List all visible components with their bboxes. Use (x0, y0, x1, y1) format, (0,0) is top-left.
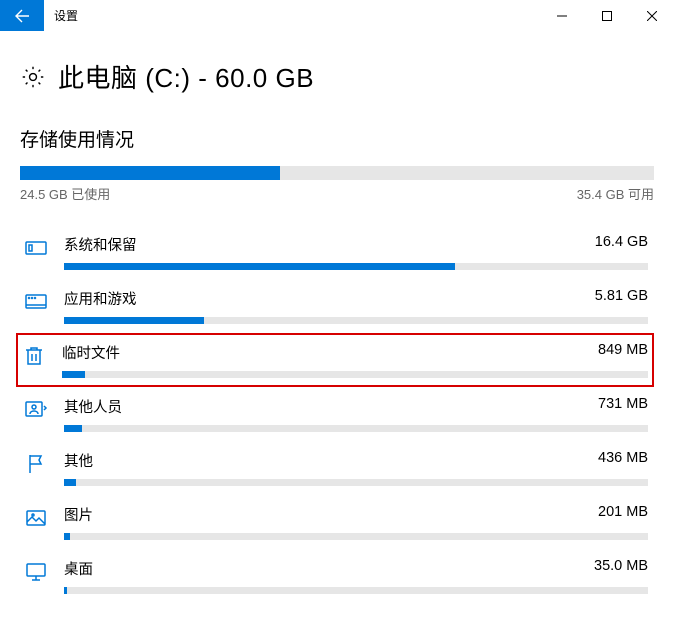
category-head: 应用和游戏 5.81 GB (64, 288, 648, 309)
category-size: 849 MB (598, 342, 648, 363)
category-body: 系统和保留 16.4 GB (64, 234, 648, 270)
window-controls (539, 0, 674, 31)
window-title: 设置 (44, 0, 539, 31)
category-head: 图片 201 MB (64, 504, 648, 525)
category-bar (64, 587, 648, 594)
page-title: 此电脑 (C:) - 60.0 GB (58, 58, 314, 95)
category-label: 系统和保留 (64, 234, 137, 255)
arrow-left-icon (14, 8, 30, 24)
category-bar (64, 479, 648, 486)
category-fill (64, 479, 76, 486)
free-label: 35.4 GB 可用 (577, 184, 654, 203)
category-label: 桌面 (64, 558, 93, 579)
category-body: 临时文件 849 MB (62, 342, 648, 378)
category-bar (64, 263, 648, 270)
page-header: 此电脑 (C:) - 60.0 GB (20, 58, 654, 95)
category-body: 其他人员 731 MB (64, 396, 648, 432)
category-other[interactable]: 其他 436 MB (20, 441, 654, 495)
category-fill (64, 425, 82, 432)
category-size: 201 MB (598, 504, 648, 525)
category-size: 436 MB (598, 450, 648, 471)
total-storage-labels: 24.5 GB 已使用 35.4 GB 可用 (20, 184, 654, 203)
category-label: 临时文件 (62, 342, 120, 363)
used-label: 24.5 GB 已使用 (20, 184, 110, 203)
category-label: 应用和游戏 (64, 288, 137, 309)
category-head: 其他人员 731 MB (64, 396, 648, 417)
category-bar (62, 371, 648, 378)
category-body: 桌面 35.0 MB (64, 558, 648, 594)
maximize-button[interactable] (584, 0, 629, 31)
gear-icon (20, 64, 46, 90)
category-fill (64, 317, 204, 324)
apps-icon (22, 290, 50, 314)
category-apps[interactable]: 应用和游戏 5.81 GB (20, 279, 654, 333)
category-pictures[interactable]: 图片 201 MB (20, 495, 654, 549)
category-head: 其他 436 MB (64, 450, 648, 471)
content-area: 此电脑 (C:) - 60.0 GB 存储使用情况 24.5 GB 已使用 35… (0, 58, 674, 603)
back-button[interactable] (0, 0, 44, 31)
minimize-icon (557, 11, 567, 21)
trash-icon (20, 344, 48, 368)
system-icon (22, 236, 50, 260)
category-size: 5.81 GB (595, 288, 648, 309)
picture-icon (22, 506, 50, 530)
category-fill (62, 371, 85, 378)
close-button[interactable] (629, 0, 674, 31)
category-others-p[interactable]: 其他人员 731 MB (20, 387, 654, 441)
category-fill (64, 587, 67, 594)
category-fill (64, 533, 70, 540)
desktop-icon (22, 560, 50, 584)
category-label: 其他 (64, 450, 93, 471)
flag-icon (22, 452, 50, 476)
category-body: 应用和游戏 5.81 GB (64, 288, 648, 324)
category-size: 731 MB (598, 396, 648, 417)
total-storage-bar (20, 166, 654, 180)
category-bar (64, 425, 648, 432)
category-desktop[interactable]: 桌面 35.0 MB (20, 549, 654, 603)
titlebar: 设置 (0, 0, 674, 32)
category-temp[interactable]: 临时文件 849 MB (16, 333, 654, 387)
category-size: 16.4 GB (595, 234, 648, 255)
minimize-button[interactable] (539, 0, 584, 31)
category-bar (64, 317, 648, 324)
category-size: 35.0 MB (594, 558, 648, 579)
section-title: 存储使用情况 (20, 125, 654, 152)
category-body: 其他 436 MB (64, 450, 648, 486)
categories-list: 系统和保留 16.4 GB 应用和游戏 5.81 GB 临时文件 849 MB (20, 225, 654, 603)
people-icon (22, 398, 50, 422)
maximize-icon (602, 11, 612, 21)
category-fill (64, 263, 455, 270)
category-head: 临时文件 849 MB (62, 342, 648, 363)
total-storage-fill (20, 166, 280, 180)
category-system[interactable]: 系统和保留 16.4 GB (20, 225, 654, 279)
category-bar (64, 533, 648, 540)
category-head: 系统和保留 16.4 GB (64, 234, 648, 255)
category-head: 桌面 35.0 MB (64, 558, 648, 579)
category-label: 图片 (64, 504, 93, 525)
category-label: 其他人员 (64, 396, 122, 417)
close-icon (647, 11, 657, 21)
category-body: 图片 201 MB (64, 504, 648, 540)
